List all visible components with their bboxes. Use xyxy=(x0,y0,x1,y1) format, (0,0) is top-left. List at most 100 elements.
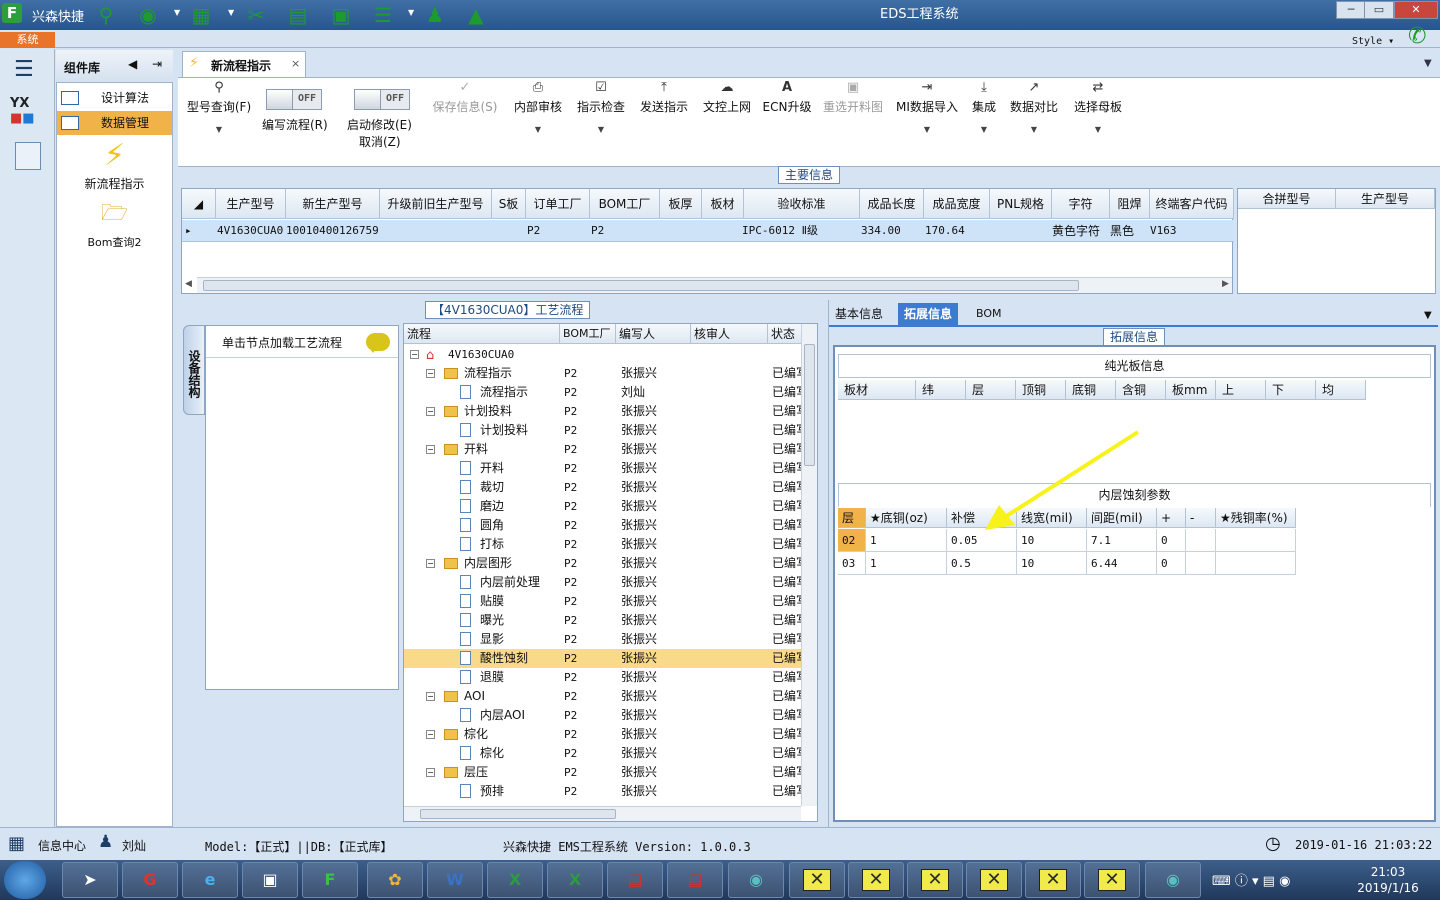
tree-row[interactable]: 贴膜 P2 张振兴 已编写 xyxy=(404,592,808,611)
inner-etch-cell[interactable]: 03 xyxy=(838,552,866,575)
column-header[interactable]: PNL规格 xyxy=(990,189,1052,219)
chevron-down-icon[interactable]: ▼ xyxy=(408,8,416,17)
taskbar-clock[interactable]: 21:03 2019/1/16 xyxy=(1340,864,1436,896)
horizontal-scrollbar[interactable] xyxy=(197,277,1232,293)
column-header[interactable]: 纬 xyxy=(916,380,966,400)
tree-row[interactable]: 开料 P2 张振兴 已编写 xyxy=(404,459,808,478)
tree-row[interactable]: 圆角 P2 张振兴 已编写 xyxy=(404,516,808,535)
column-header[interactable]: 编写人 xyxy=(616,324,691,344)
taskbar-cad-window-icon[interactable]: ✕ xyxy=(848,862,904,898)
collapse-left-icon[interactable]: ◀ xyxy=(128,57,137,71)
collapse-icon[interactable]: − xyxy=(410,350,419,359)
cancel-button[interactable]: 取消(Z) xyxy=(359,133,401,150)
taskbar-shell-app-icon[interactable]: ✿ xyxy=(367,862,423,898)
yx-module-icon[interactable]: YX ■■ xyxy=(0,92,55,132)
tree-row[interactable]: 磨边 P2 张振兴 已编写 xyxy=(404,497,808,516)
inner-etch-cell[interactable] xyxy=(1216,529,1296,552)
collapse-icon[interactable]: − xyxy=(426,407,435,416)
inner-etch-cell[interactable]: 0 xyxy=(1157,529,1186,552)
tree-row[interactable]: 打标 P2 张振兴 已编写 xyxy=(404,535,808,554)
scroll-right-icon[interactable]: ▶ xyxy=(1222,279,1229,289)
data-compare-button[interactable]: ↗ 数据对比 ▼ xyxy=(1008,80,1060,150)
inner-etch-cell[interactable]: 1 xyxy=(866,529,947,552)
calculator-icon[interactable] xyxy=(15,142,41,170)
horizontal-scrollbar[interactable] xyxy=(404,806,801,821)
tree-row[interactable]: − ⌂ 4V1630CUA0 xyxy=(404,345,802,364)
collapse-icon[interactable]: − xyxy=(426,559,435,568)
instruction-check-button[interactable]: ☑ 指示检查 ▼ xyxy=(573,80,629,150)
globe-icon[interactable]: ◉ xyxy=(135,3,161,27)
column-header[interactable]: 均 xyxy=(1316,380,1366,400)
taskbar-pdf-icon[interactable]: ▤ xyxy=(607,862,663,898)
column-header[interactable]: 订单工厂 xyxy=(526,189,590,219)
column-header[interactable]: BOM工厂 xyxy=(590,189,660,219)
tree-row[interactable]: 退膜 P2 张振兴 已编写 xyxy=(404,668,808,687)
start-button[interactable] xyxy=(4,861,46,899)
tree-row[interactable]: − AOI P2 张振兴 已编写 xyxy=(404,687,808,706)
taskbar-save-app-icon[interactable]: ▣ xyxy=(242,862,298,898)
inner-etch-cell[interactable]: 10 xyxy=(1017,552,1087,575)
column-header[interactable]: 合拼型号 xyxy=(1238,189,1336,209)
column-header[interactable]: 核审人 xyxy=(691,324,768,344)
tree-row[interactable]: 计划投料 P2 张振兴 已编写 xyxy=(404,421,808,440)
tree-row[interactable]: − 开料 P2 张振兴 已编写 xyxy=(404,440,808,459)
scissors-icon[interactable]: ✂ xyxy=(243,3,269,27)
taskbar-word-icon[interactable]: W xyxy=(427,862,483,898)
chevron-down-icon[interactable]: ▼ xyxy=(1424,58,1432,69)
column-header[interactable]: 板材 xyxy=(838,380,916,400)
inner-etch-cell[interactable]: 0.5 xyxy=(947,552,1017,575)
column-header[interactable]: 升级前旧生产型号 xyxy=(380,189,492,219)
inner-etch-cell[interactable] xyxy=(1186,552,1216,575)
column-header[interactable]: 流程 xyxy=(404,324,560,344)
column-header[interactable]: - xyxy=(1186,508,1216,528)
collapse-icon[interactable]: − xyxy=(426,445,435,454)
film-icon[interactable]: ▤ xyxy=(285,3,311,27)
phone-icon[interactable]: ✆ xyxy=(1408,24,1426,49)
column-header[interactable]: 层 xyxy=(838,508,866,528)
taskbar-cad-window-icon[interactable]: ✕ xyxy=(907,862,963,898)
column-header[interactable]: 生产型号 xyxy=(1336,189,1435,209)
column-header[interactable]: 阻焊 xyxy=(1110,189,1150,219)
tree-row[interactable]: − 计划投料 P2 张振兴 已编写 xyxy=(404,402,808,421)
column-header[interactable]: ★底铜(oz) xyxy=(866,508,947,528)
tree-row[interactable]: 棕化 P2 张振兴 已编写 xyxy=(404,744,808,763)
scroll-left-icon[interactable]: ◀ xyxy=(185,279,192,289)
send-instruction-button[interactable]: ⤒ 发送指示 xyxy=(636,80,692,150)
column-header[interactable]: 板mm xyxy=(1166,380,1216,400)
grid-icon[interactable]: ▦ xyxy=(8,833,25,854)
column-header[interactable]: 顶铜 xyxy=(1016,380,1066,400)
column-header[interactable]: 下 xyxy=(1266,380,1316,400)
column-header[interactable]: 成品宽度 xyxy=(924,189,990,219)
tree-row[interactable]: − 流程指示 P2 张振兴 已编写 xyxy=(404,364,808,383)
column-header[interactable]: 层 xyxy=(966,380,1016,400)
column-header[interactable]: S板 xyxy=(492,189,526,219)
taskbar-g-app-icon[interactable]: G xyxy=(122,862,178,898)
close-button[interactable]: ✕ xyxy=(1394,1,1438,19)
inner-etch-cell[interactable] xyxy=(1186,529,1216,552)
tree-row[interactable]: 内层前处理 P2 张振兴 已编写 xyxy=(404,573,808,592)
system-tab[interactable]: 系统 xyxy=(0,32,55,48)
taskbar-cad-window-icon[interactable]: ✕ xyxy=(1025,862,1081,898)
tree-row[interactable]: 流程指示 P2 刘灿 已编写 xyxy=(404,383,808,402)
column-header[interactable]: 终端客户代码 xyxy=(1150,189,1234,219)
inner-etch-cell[interactable]: 02 xyxy=(838,529,866,552)
enable-edit-toggle[interactable]: OFF xyxy=(354,89,410,110)
minimize-button[interactable]: ─ xyxy=(1336,1,1366,19)
table-row[interactable]: ▸ 4V1630CUA0 10010400126759 P2 P2 IPC-60… xyxy=(182,220,1234,242)
taskbar-cad-window-icon[interactable]: ✕ xyxy=(789,862,845,898)
tree-row[interactable]: 裁切 P2 张振兴 已编写 xyxy=(404,478,808,497)
inner-etch-cell[interactable]: 0 xyxy=(1157,552,1186,575)
taskbar-bird-app-icon[interactable]: ➤ xyxy=(62,862,118,898)
tree-row[interactable]: 曝光 P2 张振兴 已编写 xyxy=(404,611,808,630)
taskbar-ie-icon[interactable]: e xyxy=(182,862,238,898)
internal-review-button[interactable]: ⎙ 内部审核 ▼ xyxy=(510,80,566,150)
menu-icon[interactable]: ☰ xyxy=(14,57,38,82)
ecn-upgrade-button[interactable]: A ECN升级 xyxy=(762,80,812,150)
column-header[interactable]: 板材 xyxy=(702,189,744,219)
component-item-design-algorithm[interactable]: 设计算法 xyxy=(57,86,172,110)
component-item-data-management[interactable]: 数据管理 xyxy=(57,111,172,135)
maximize-button[interactable]: ▭ xyxy=(1364,1,1394,19)
column-header[interactable]: BOM工厂 xyxy=(560,324,616,344)
tab-bom[interactable]: BOM xyxy=(970,303,1008,325)
tree-row[interactable]: − 层压 P2 张振兴 已编写 xyxy=(404,763,808,782)
